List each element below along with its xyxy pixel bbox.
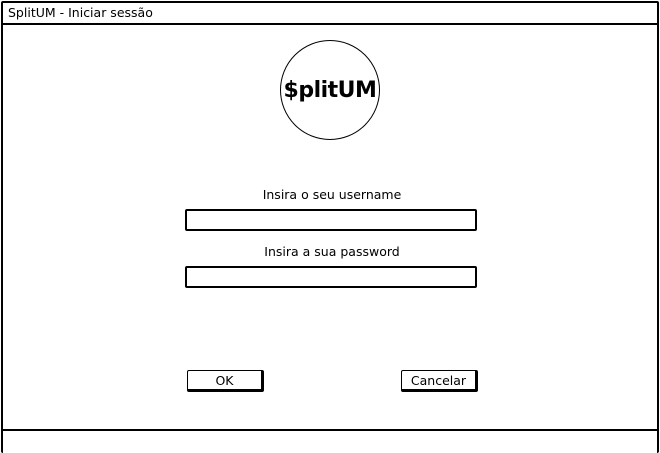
status-bar (3, 429, 657, 453)
ok-button[interactable]: OK (187, 370, 264, 392)
cancel-button[interactable]: Cancelar (401, 370, 478, 392)
login-window: SplitUM - Iniciar sessão $plitUM Insira … (1, 1, 659, 453)
username-input[interactable] (185, 209, 477, 231)
username-label: Insira o seu username (262, 187, 402, 202)
password-label: Insira a sua password (264, 244, 400, 259)
app-logo: $plitUM (280, 40, 380, 140)
logo-text: $plitUM (283, 77, 377, 103)
title-bar: SplitUM - Iniciar sessão (3, 3, 657, 25)
password-input[interactable] (185, 266, 477, 288)
window-title: SplitUM - Iniciar sessão (8, 5, 153, 20)
